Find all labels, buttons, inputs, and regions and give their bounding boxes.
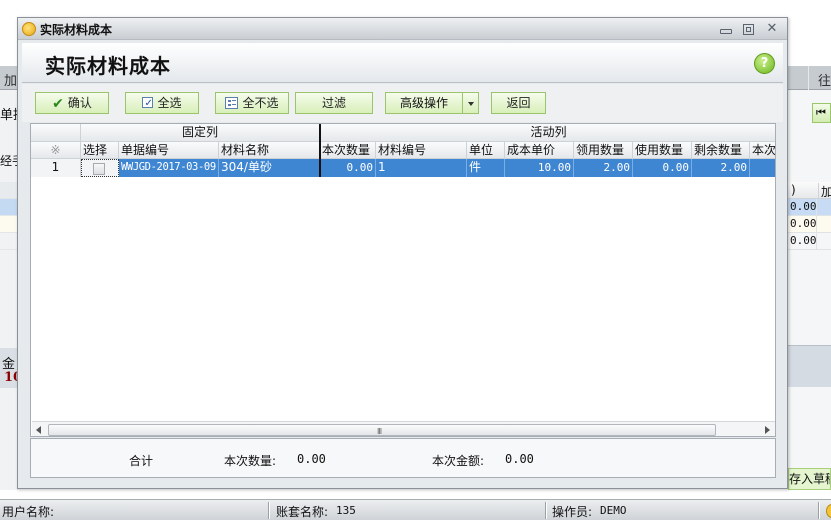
help-button[interactable]: ? bbox=[754, 53, 775, 74]
select-none-button[interactable]: 全不选 bbox=[215, 92, 289, 114]
col-header-material-name[interactable]: 材料名称 bbox=[219, 142, 320, 158]
row-select-cell[interactable] bbox=[81, 159, 119, 177]
row-checkbox[interactable] bbox=[93, 163, 105, 175]
bg-tab-label[interactable]: 加 bbox=[4, 70, 17, 89]
back-button[interactable]: 返回 bbox=[491, 92, 546, 114]
checkbox-icon bbox=[142, 94, 154, 114]
cell-unit[interactable]: 件 bbox=[467, 159, 505, 177]
col-header-select[interactable]: 选择 bbox=[81, 142, 119, 158]
close-button[interactable]: ✕ bbox=[765, 21, 779, 36]
bg-col-header: 加 bbox=[818, 183, 831, 200]
bg-right-band bbox=[788, 345, 831, 387]
confirm-button[interactable]: ✔ 确认 bbox=[35, 92, 109, 114]
maximize-button[interactable] bbox=[741, 23, 755, 35]
col-header-marker: ※ bbox=[31, 142, 81, 158]
col-header-unit[interactable]: 单位 bbox=[467, 142, 505, 158]
select-none-label: 全不选 bbox=[242, 96, 279, 110]
filter-button[interactable]: 过滤 bbox=[295, 92, 373, 114]
operator-value: DEMO bbox=[600, 504, 627, 517]
cell-material-name[interactable]: 304/单砂 bbox=[219, 159, 320, 177]
cell-remaining-qty[interactable]: 2.00 bbox=[692, 159, 750, 177]
status-divider bbox=[268, 502, 270, 519]
save-draft-button[interactable]: 存入草稿 bbox=[788, 468, 831, 490]
close-icon: ✕ bbox=[766, 21, 778, 36]
total-amount-value: 0.00 bbox=[505, 452, 534, 466]
col-header-material-code[interactable]: 材料编号 bbox=[376, 142, 467, 158]
list-icon bbox=[225, 96, 239, 109]
bg-right-table: ) 加 0.00 0.00 0.00 bbox=[788, 182, 831, 250]
cell-used-qty[interactable]: 0.00 bbox=[633, 159, 692, 177]
dialog-header: 实际材料成本 ? bbox=[22, 43, 783, 83]
col-header-unit-cost[interactable]: 成本单价 bbox=[505, 142, 574, 158]
status-divider bbox=[818, 502, 820, 519]
bg-right-panel bbox=[788, 90, 831, 490]
cell-unit-cost[interactable]: 10.00 bbox=[505, 159, 574, 177]
material-cost-dialog: 实际材料成本 ✕ 实际材料成本 ? ✔确认 全选 全不选 过滤 高级操作 返回 bbox=[17, 17, 788, 489]
account-name-value: 135 bbox=[336, 504, 356, 517]
advanced-operations-label: 高级操作 bbox=[399, 96, 448, 110]
bg-right-table-header: ) 加 bbox=[788, 182, 831, 200]
select-all-label: 全选 bbox=[157, 96, 182, 110]
user-name-label: 用户名称: bbox=[2, 505, 55, 519]
grid-group-header: 固定列 活动列 bbox=[31, 124, 775, 142]
col-header-issued-qty[interactable]: 领用数量 bbox=[574, 142, 633, 158]
total-qty-value: 0.00 bbox=[297, 452, 326, 466]
col-header-this-qty[interactable]: 本次数量 bbox=[320, 142, 376, 158]
toolbar: ✔确认 全选 全不选 过滤 高级操作 返回 bbox=[22, 84, 783, 122]
cell-issued-qty[interactable]: 2.00 bbox=[574, 159, 633, 177]
advanced-operations-dropdown[interactable]: 高级操作 bbox=[385, 92, 480, 114]
dialog-title-bar[interactable]: 实际材料成本 ✕ bbox=[18, 18, 787, 40]
bg-tab-label[interactable]: 往 bbox=[818, 70, 831, 89]
scroll-right-icon[interactable] bbox=[765, 426, 770, 434]
status-bar: 用户名称: 账套名称: 135 操作员: DEMO bbox=[0, 499, 831, 520]
scroll-left-icon[interactable] bbox=[36, 426, 41, 434]
bg-table-row[interactable]: 0.00 bbox=[788, 199, 831, 216]
dialog-title: 实际材料成本 bbox=[40, 23, 113, 37]
minimize-button[interactable] bbox=[718, 23, 732, 35]
col-header-this-amount[interactable]: 本次 bbox=[750, 142, 775, 158]
select-all-button[interactable]: 全选 bbox=[125, 92, 199, 114]
bg-table-row[interactable]: 0.00 bbox=[788, 233, 831, 250]
col-header-remaining-qty[interactable]: 剩余数量 bbox=[692, 142, 750, 158]
page-title: 实际材料成本 bbox=[45, 54, 171, 78]
account-name-label: 账套名称: bbox=[276, 505, 329, 519]
bg-tab-strip-right: 往 bbox=[788, 66, 831, 90]
cell-this-amount[interactable] bbox=[750, 159, 775, 177]
horizontal-scrollbar[interactable]: III bbox=[32, 421, 775, 436]
scroll-grip: III bbox=[377, 427, 382, 436]
col-header-doc-no[interactable]: 单据编号 bbox=[119, 142, 219, 158]
cell-material-code[interactable]: 1 bbox=[376, 159, 467, 177]
filter-label: 过滤 bbox=[321, 96, 346, 110]
first-record-button[interactable]: ⏮ bbox=[812, 103, 831, 123]
totals-bar: 合计 本次数量: 0.00 本次金额: 0.00 bbox=[30, 438, 776, 478]
group-active-columns: 活动列 bbox=[530, 125, 567, 139]
group-corner bbox=[31, 124, 81, 141]
cell-doc-no[interactable]: WWJGD-2017-03-09 bbox=[119, 159, 219, 177]
cell-this-qty[interactable]: 0.00 bbox=[320, 159, 376, 177]
total-qty-label: 本次数量: bbox=[224, 454, 277, 468]
app-icon bbox=[22, 22, 36, 36]
help-icon: ? bbox=[760, 56, 769, 71]
status-divider bbox=[545, 502, 547, 519]
scroll-thumb[interactable]: III bbox=[48, 424, 716, 436]
col-header-used-qty[interactable]: 使用数量 bbox=[633, 142, 692, 158]
checkmark-icon: ✔ bbox=[52, 95, 64, 112]
advanced-operations-button[interactable]: 高级操作 bbox=[385, 92, 463, 114]
totals-label: 合计 bbox=[129, 454, 154, 468]
group-fixed-columns: 固定列 bbox=[81, 124, 320, 141]
frozen-column-divider[interactable] bbox=[319, 124, 321, 177]
table-row[interactable]: 1 WWJGD-2017-03-09 304/单砂 0.00 1 件 10.00… bbox=[31, 159, 775, 177]
total-amount-label: 本次金额: bbox=[432, 454, 485, 468]
chevron-down-icon[interactable] bbox=[462, 92, 479, 114]
grid-column-header: ※ 选择 单据编号 材料名称 本次数量 材料编号 单位 成本单价 领用数量 使用… bbox=[31, 142, 775, 159]
back-label: 返回 bbox=[506, 96, 531, 110]
bg-table-row[interactable]: 0.00 bbox=[788, 216, 831, 233]
confirm-label: 确认 bbox=[67, 96, 92, 110]
first-record-icon: ⏮ bbox=[816, 106, 826, 119]
row-number: 1 bbox=[31, 159, 81, 177]
status-coin-icon bbox=[826, 504, 831, 518]
material-grid: 固定列 活动列 ※ 选择 单据编号 材料名称 本次数量 材料编号 单位 成本单价… bbox=[30, 123, 776, 437]
operator-label: 操作员: bbox=[552, 505, 593, 519]
bg-col-header: ) bbox=[791, 183, 796, 197]
